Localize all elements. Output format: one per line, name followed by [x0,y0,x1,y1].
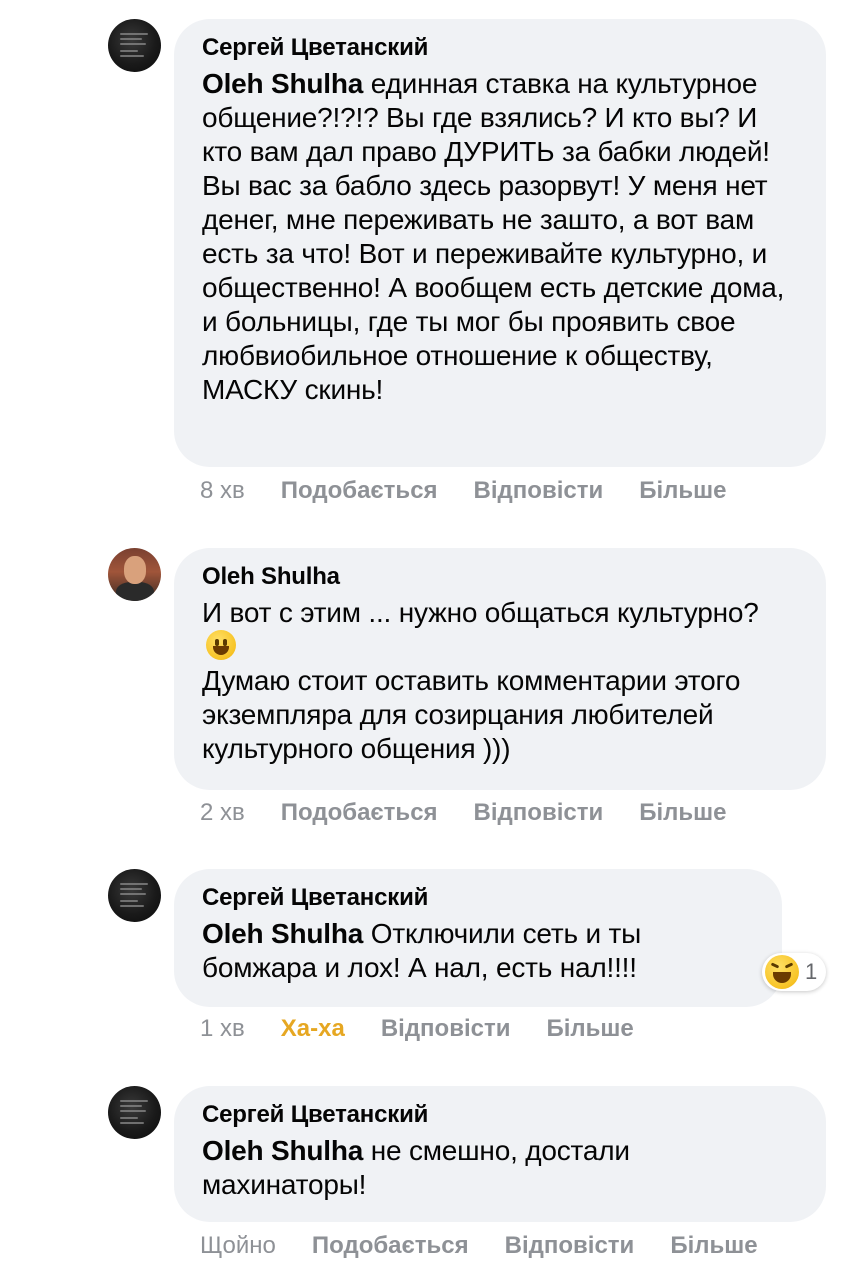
comment-text: Oleh Shulha единная ставка на культурное… [202,67,798,407]
grinning-face-emoji-icon [206,630,236,660]
mention-link[interactable]: Oleh Shulha [202,1135,363,1166]
more-button[interactable]: Більше [546,1015,633,1043]
comment-author[interactable]: Сергей Цветанский [202,33,798,63]
comment-actions: 1 хв Ха-ха Відповісти Більше [200,1012,670,1046]
haha-reaction-button[interactable]: Ха-ха [281,1015,345,1043]
mention-link[interactable]: Oleh Shulha [202,918,363,949]
mention-link[interactable]: Oleh Shulha [202,68,363,99]
avatar[interactable] [108,869,161,922]
like-button[interactable]: Подобається [312,1232,469,1260]
avatar[interactable] [108,548,161,601]
comment-text: Oleh Shulha Отключили сеть и ты бомжара … [202,917,754,985]
reaction-summary[interactable]: 1 [762,953,826,991]
avatar[interactable] [108,19,161,72]
comment-actions: Щойно Подобається Відповісти Більше [200,1229,794,1263]
comment-time[interactable]: Щойно [200,1232,276,1260]
reply-button[interactable]: Відповісти [381,1015,511,1043]
more-button[interactable]: Більше [639,477,726,505]
comment-time[interactable]: 1 хв [200,1015,245,1043]
reply-button[interactable]: Відповісти [474,799,604,827]
reply-button[interactable]: Відповісти [474,477,604,505]
comment-actions: 8 хв Подобається Відповісти Більше [200,474,763,508]
comment-time[interactable]: 2 хв [200,799,245,827]
comment-author[interactable]: Сергей Цветанский [202,883,754,913]
comment-time[interactable]: 8 хв [200,477,245,505]
comment-bubble: Сергей Цветанский Oleh Shulha Отключили … [174,869,782,1007]
comment-body: И вот с этим ... нужно общаться культурн… [202,597,759,628]
laughing-face-emoji-icon [765,955,799,989]
comment-text: Oleh Shulha не смешно, достали махинатор… [202,1134,798,1202]
comment-author[interactable]: Сергей Цветанский [202,1100,798,1130]
comment-body: Думаю стоит оставить комментарии этого э… [202,665,741,764]
like-button[interactable]: Подобається [281,799,438,827]
comment-text: И вот с этим ... нужно общаться культурн… [202,596,798,766]
comment-body: единная ставка на культурное общение?!?!… [202,68,785,405]
comment-bubble: Oleh Shulha И вот с этим ... нужно общат… [174,548,826,790]
reply-button[interactable]: Відповісти [505,1232,635,1260]
reaction-count: 1 [805,959,818,984]
comment-actions: 2 хв Подобається Відповісти Більше [200,796,763,830]
more-button[interactable]: Більше [639,799,726,827]
more-button[interactable]: Більше [670,1232,757,1260]
comment-bubble: Сергей Цветанский Oleh Shulha не смешно,… [174,1086,826,1222]
like-button[interactable]: Подобається [281,477,438,505]
comment-bubble: Сергей Цветанский Oleh Shulha единная ст… [174,19,826,467]
comment-author[interactable]: Oleh Shulha [202,562,798,592]
avatar[interactable] [108,1086,161,1139]
